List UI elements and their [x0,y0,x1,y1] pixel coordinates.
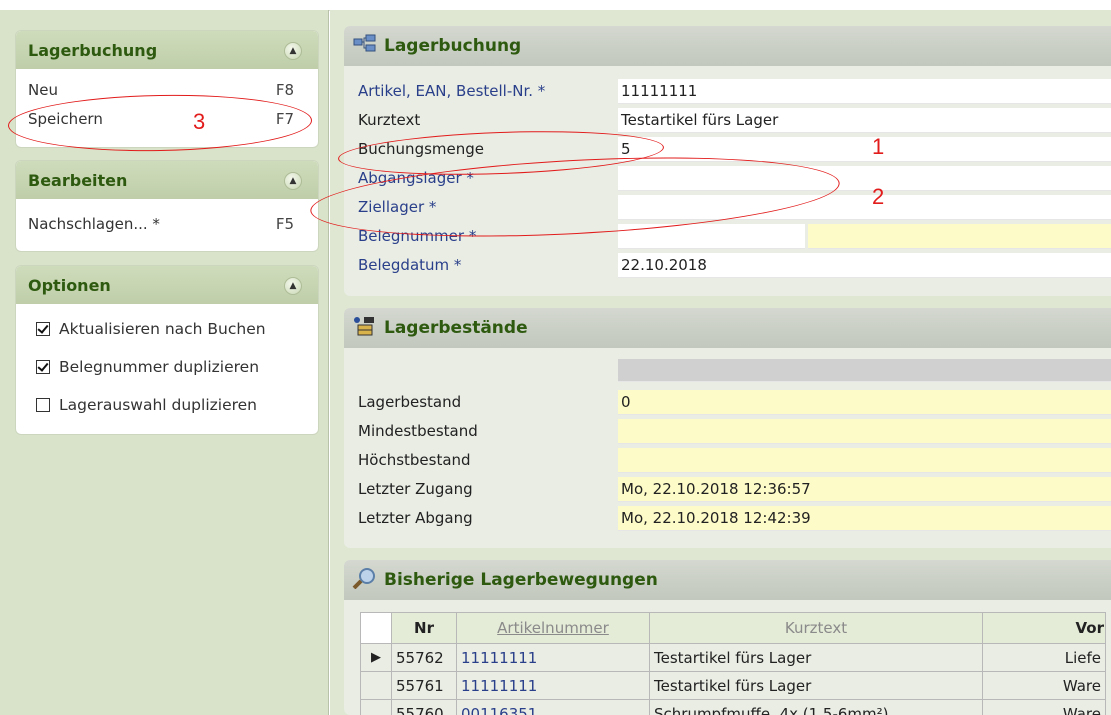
booking-icon [352,34,378,59]
cell-artikel[interactable]: 11111111 [456,671,650,700]
main-area: Lagerbuchung Artikel, EAN, Bestell-Nr. *… [330,10,1111,715]
stock-value: Mo, 22.10.2018 12:42:39 [618,505,1111,531]
edit-panel-title: Bearbeiten [28,170,128,190]
stock-label: Mindestbestand [358,422,478,440]
cell-nr: 55762 [391,643,457,672]
cell-vorgang: Liefe [982,643,1106,672]
checkbox[interactable] [36,360,50,374]
collapse-icon[interactable]: ▲ [284,277,302,295]
stock-label: Höchstbestand [358,451,471,469]
column-header-artikelnummer[interactable]: Artikelnummer [456,612,650,644]
cell-artikel[interactable]: 11111111 [456,643,650,672]
row-selector-header [360,612,392,644]
movements-card-title: Bisherige Lagerbewegungen [384,570,658,590]
sidebar-item-label: Neu [28,80,58,99]
option-label: Lagerauswahl duplizieren [59,396,257,414]
cell-nr: 55761 [391,671,457,700]
stock-label: Letzter Zugang [358,480,473,498]
artikel-input[interactable]: 11111111 [618,78,1111,104]
movements-grid: Nr Artikelnummer Kurztext Vor ▶ 55762 11… [360,612,1111,715]
artikel-label[interactable]: Artikel, EAN, Bestell-Nr. * [358,82,608,100]
row-selector [360,699,392,715]
kurztext-label: Kurztext [358,111,421,129]
checkbox[interactable] [36,322,50,336]
movements-card: Bisherige Lagerbewegungen Nr Artikelnumm… [344,560,1111,715]
booking-card-header: Lagerbuchung [344,26,1111,66]
option-duplicate-warehouse[interactable]: Lagerauswahl duplizieren [16,386,318,424]
option-label: Aktualisieren nach Buchen [59,320,266,338]
sidebar-item-lookup[interactable]: Nachschlagen... * F5 [16,209,318,238]
stock-value: 0 [618,389,1111,415]
column-header-kurztext[interactable]: Kurztext [649,612,983,644]
cell-kurztext: Testartikel fürs Lager [649,671,983,700]
cell-nr: 55760 [391,699,457,715]
annotation-number-1: 1 [872,134,885,159]
belegdatum-label[interactable]: Belegdatum * [358,256,608,274]
annotation-number-3: 3 [193,109,206,134]
cell-artikel[interactable]: 00116351 [456,699,650,715]
options-panel-title: Optionen [28,275,111,295]
collapse-icon[interactable]: ▲ [284,42,302,60]
cell-vorgang: Ware [982,671,1106,700]
stock-header-bar [618,358,1111,382]
edit-panel: Bearbeiten ▲ Nachschlagen... * F5 [15,160,319,252]
belegnummer-extra [808,223,1111,249]
table-row[interactable]: ▶ 55762 11111111 Testartikel fürs Lager … [360,643,1106,672]
edit-panel-header[interactable]: Bearbeiten ▲ [16,161,318,199]
magnifier-icon [352,567,378,594]
kurztext-input[interactable]: Testartikel fürs Lager [618,107,1111,133]
cell-vorgang: Ware [982,699,1106,715]
table-row[interactable]: 55761 11111111 Testartikel fürs Lager Wa… [360,671,1106,700]
row-pointer-icon: ▶ [360,643,392,672]
options-panel-header[interactable]: Optionen ▲ [16,266,318,304]
movements-card-header: Bisherige Lagerbewegungen [344,560,1111,600]
table-header-row: Nr Artikelnummer Kurztext Vor [360,612,1106,644]
column-header-vorgang[interactable]: Vor [982,612,1106,644]
options-panel: Optionen ▲ Aktualisieren nach Buchen Bel… [15,265,319,435]
stock-value [618,418,1111,444]
collapse-icon[interactable]: ▲ [284,172,302,190]
stock-value: Mo, 22.10.2018 12:36:57 [618,476,1111,502]
cell-kurztext: Testartikel fürs Lager [649,643,983,672]
stock-label: Lagerbestand [358,393,462,411]
stock-card-header: Lagerbestände [344,308,1111,348]
stock-label: Letzter Abgang [358,509,473,527]
shortcut-key: F8 [275,80,294,99]
shortcut-key: F5 [275,214,294,233]
booking-panel-title: Lagerbuchung [28,40,158,60]
annotation-number-2: 2 [872,184,885,209]
cell-kurztext: Schrumpfmuffe, 4x (1,5-6mm²) [649,699,983,715]
booking-panel-header[interactable]: Lagerbuchung ▲ [16,31,318,69]
option-refresh-after-booking[interactable]: Aktualisieren nach Buchen [16,310,318,348]
sidebar-item-label: Nachschlagen... * [28,214,160,233]
stock-value [618,447,1111,473]
belegdatum-input[interactable]: 22.10.2018 [618,252,1111,278]
column-header-nr[interactable]: Nr [391,612,457,644]
option-duplicate-doc-number[interactable]: Belegnummer duplizieren [16,348,318,386]
stock-card: Lagerbestände Lagerbestand 0 Mindestbest… [344,308,1111,548]
warehouse-icon [352,315,378,342]
booking-card-title: Lagerbuchung [384,36,522,56]
option-label: Belegnummer duplizieren [59,358,260,376]
table-row[interactable]: 55760 00116351 Schrumpfmuffe, 4x (1,5-6m… [360,699,1106,715]
checkbox[interactable] [36,398,50,412]
movements-table: Nr Artikelnummer Kurztext Vor ▶ 55762 11… [360,612,1106,715]
row-selector [360,671,392,700]
stock-card-title: Lagerbestände [384,318,528,338]
